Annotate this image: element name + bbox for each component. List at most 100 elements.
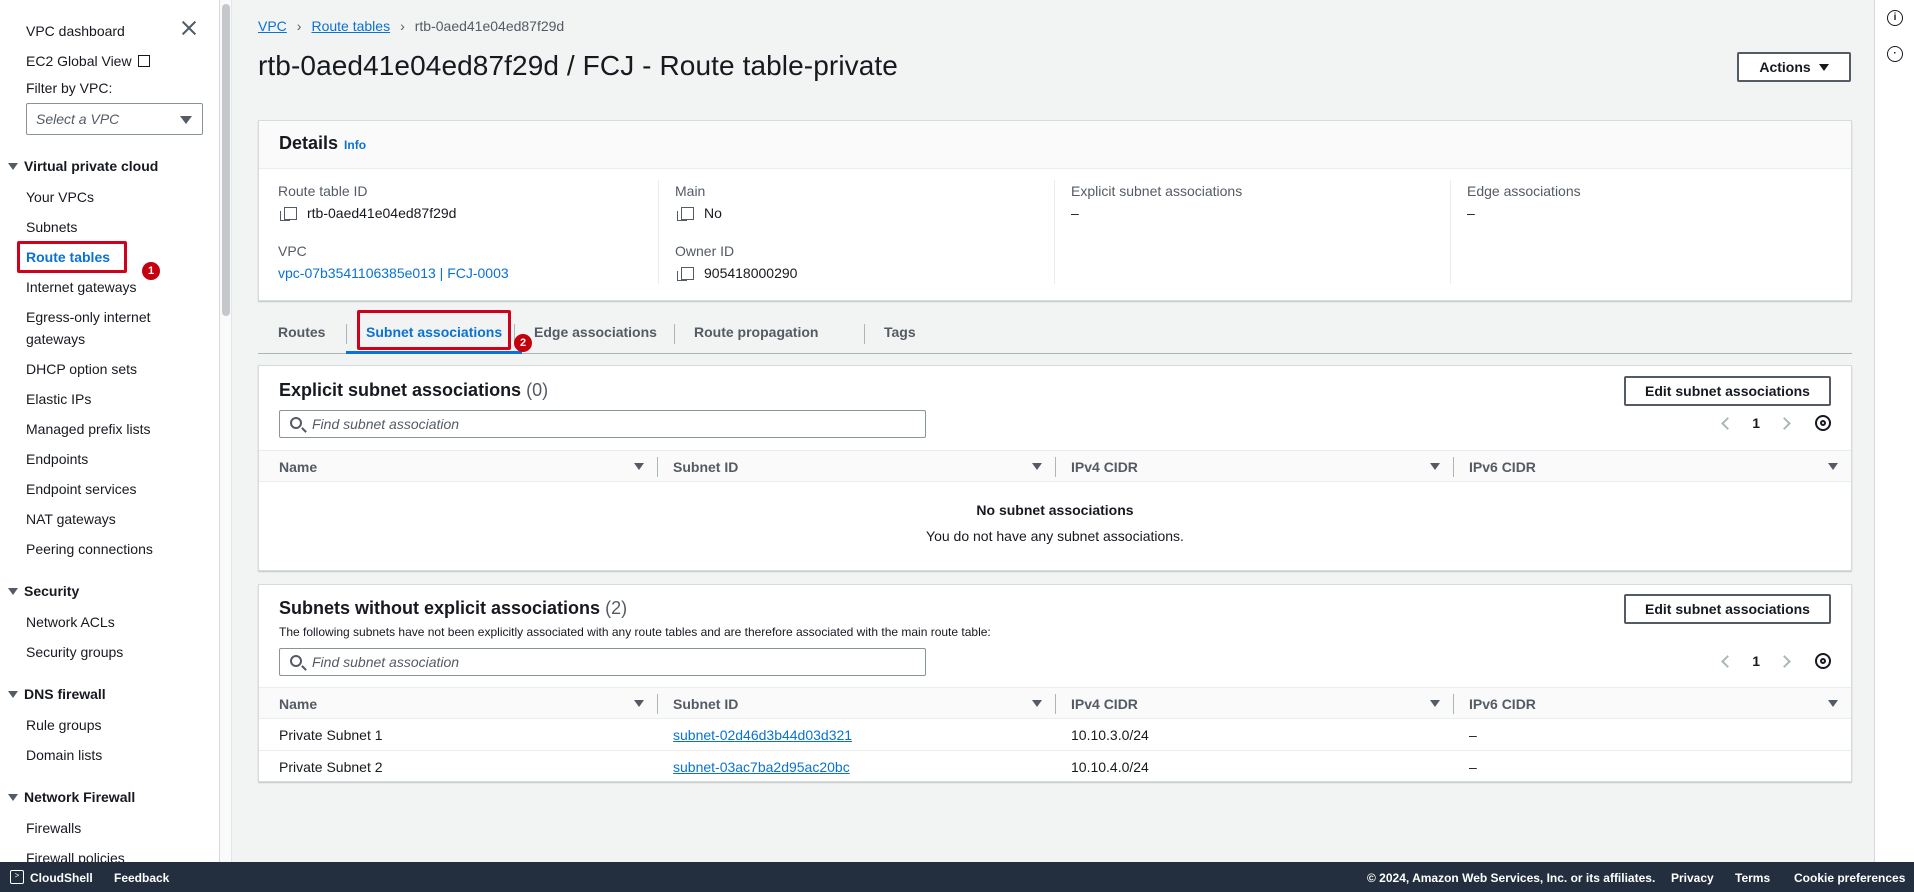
chevron-left-icon[interactable]	[1721, 654, 1735, 668]
cookie-preferences-link[interactable]: Cookie preferences	[1794, 871, 1905, 885]
info-link[interactable]: Info	[344, 138, 366, 152]
sidebar-item-dhcp-option-sets[interactable]: DHCP option sets	[26, 360, 137, 378]
breadcrumb-vpc[interactable]: VPC	[258, 18, 287, 34]
external-link-icon	[137, 55, 150, 67]
cell-ipv4-cidr: 10.10.3.0/24	[1071, 727, 1149, 743]
chevron-right-icon[interactable]	[1778, 416, 1791, 430]
copy-icon[interactable]	[280, 206, 297, 221]
copy-icon[interactable]	[677, 266, 694, 281]
section-virtual-private-cloud[interactable]: Virtual private cloud	[8, 157, 158, 175]
table-description: The following subnets have not been expl…	[279, 625, 991, 639]
sort-caret-icon[interactable]	[1032, 463, 1042, 470]
column-header-subnet-id[interactable]: Subnet ID	[673, 696, 738, 712]
page-number[interactable]: 1	[1752, 653, 1760, 669]
cell-subnet-id-link[interactable]: subnet-03ac7ba2d95ac20bc	[673, 759, 850, 775]
table-row: Private Subnet 2 subnet-03ac7ba2d95ac20b…	[259, 751, 1851, 783]
search-icon	[290, 655, 302, 667]
sidebar-item-subnets[interactable]: Subnets	[26, 218, 77, 236]
chevron-right-icon[interactable]	[1778, 654, 1791, 668]
column-header-name[interactable]: Name	[279, 459, 317, 475]
cloudshell-icon[interactable]: >	[10, 870, 24, 884]
column-divider[interactable]	[657, 457, 658, 477]
sidebar-item-endpoints[interactable]: Endpoints	[26, 450, 88, 468]
section-dns-firewall[interactable]: DNS firewall	[8, 685, 106, 703]
sort-caret-icon[interactable]	[1430, 463, 1440, 470]
sort-caret-icon[interactable]	[634, 700, 644, 707]
search-input[interactable]: Find subnet association	[279, 648, 926, 676]
sidebar-item-rule-groups[interactable]: Rule groups	[26, 716, 102, 734]
column-divider[interactable]	[1055, 457, 1056, 477]
sidebar-item-managed-prefix-lists[interactable]: Managed prefix lists	[26, 420, 151, 438]
section-network-firewall[interactable]: Network Firewall	[8, 788, 135, 806]
close-icon[interactable]	[181, 20, 197, 36]
settings-gear-icon[interactable]	[1815, 415, 1831, 431]
copyright-text: © 2024, Amazon Web Services, Inc. or its…	[1367, 871, 1656, 885]
sort-caret-icon[interactable]	[1032, 700, 1042, 707]
sidebar-item-nat-gateways[interactable]: NAT gateways	[26, 510, 116, 528]
terms-link[interactable]: Terms	[1735, 871, 1770, 885]
main-value: No	[677, 205, 722, 221]
privacy-link[interactable]: Privacy	[1671, 871, 1714, 885]
sidebar-item-internet-gateways[interactable]: Internet gateways	[26, 278, 137, 296]
section-security[interactable]: Security	[8, 582, 79, 600]
sidebar-item-label: EC2 Global View	[26, 53, 132, 69]
cloudshell-link[interactable]: CloudShell	[30, 871, 93, 885]
sidebar-item-firewall-policies[interactable]: Firewall policies	[26, 849, 125, 862]
sidebar-item-egress-only-internet-gateways[interactable]: Egress-only internet	[26, 308, 151, 326]
sidebar-item-egress-only-internet-gateways-line2[interactable]: gateways	[26, 330, 85, 348]
column-divider[interactable]	[1453, 694, 1454, 714]
settings-gear-icon[interactable]	[1815, 653, 1831, 669]
sidebar-item-peering-connections[interactable]: Peering connections	[26, 540, 153, 558]
copy-icon[interactable]	[677, 206, 694, 221]
column-header-subnet-id[interactable]: Subnet ID	[673, 459, 738, 475]
owner-id-label: Owner ID	[675, 243, 735, 259]
sidebar-scrollbar-thumb[interactable]	[222, 4, 230, 316]
column-header-name[interactable]: Name	[279, 696, 317, 712]
right-tool-rail: i ·	[1874, 0, 1914, 862]
info-icon[interactable]: i	[1887, 10, 1903, 26]
edit-subnet-associations-button[interactable]: Edit subnet associations	[1624, 376, 1831, 406]
tab-route-propagation[interactable]: Route propagation	[674, 316, 838, 354]
cell-name: Private Subnet 1	[279, 727, 383, 743]
column-header-ipv6-cidr[interactable]: IPv6 CIDR	[1469, 459, 1536, 475]
column-header-ipv4-cidr[interactable]: IPv4 CIDR	[1071, 459, 1138, 475]
tab-routes[interactable]: Routes	[258, 316, 345, 354]
column-header-ipv4-cidr[interactable]: IPv4 CIDR	[1071, 696, 1138, 712]
sidebar-item-vpc-dashboard[interactable]: VPC dashboard	[26, 22, 125, 40]
settings-icon[interactable]: ·	[1887, 46, 1903, 62]
column-divider[interactable]	[657, 694, 658, 714]
tab-edge-associations[interactable]: Edge associations	[514, 316, 677, 354]
table-header: Name Subnet ID IPv4 CIDR IPv6 CIDR	[259, 687, 1851, 719]
search-icon	[290, 417, 302, 429]
sidebar-item-ec2-global-view[interactable]: EC2 Global View	[26, 52, 150, 70]
column-header-ipv6-cidr[interactable]: IPv6 CIDR	[1469, 696, 1536, 712]
sidebar-item-domain-lists[interactable]: Domain lists	[26, 746, 102, 764]
sidebar-item-endpoint-services[interactable]: Endpoint services	[26, 480, 137, 498]
column-divider[interactable]	[1055, 694, 1056, 714]
sidebar-item-network-acls[interactable]: Network ACLs	[26, 613, 115, 631]
cell-subnet-id-link[interactable]: subnet-02d46d3b44d03d321	[673, 727, 852, 743]
search-input[interactable]: Find subnet association	[279, 410, 926, 438]
tab-tags[interactable]: Tags	[864, 316, 936, 354]
feedback-link[interactable]: Feedback	[114, 871, 169, 885]
sort-caret-icon[interactable]	[634, 463, 644, 470]
explicit-associations-table: Explicit subnet associations (0) Edit su…	[258, 365, 1852, 571]
page-number[interactable]: 1	[1752, 415, 1760, 431]
sidebar-item-your-vpcs[interactable]: Your VPCs	[26, 188, 94, 206]
sort-caret-icon[interactable]	[1828, 700, 1838, 707]
highlight-subnet-associations-tab	[357, 310, 511, 350]
edit-subnet-associations-button[interactable]: Edit subnet associations	[1624, 594, 1831, 624]
actions-button[interactable]: Actions	[1737, 52, 1851, 82]
column-divider[interactable]	[1453, 457, 1454, 477]
sort-caret-icon[interactable]	[1828, 463, 1838, 470]
sort-caret-icon[interactable]	[1430, 700, 1440, 707]
sidebar-item-elastic-ips[interactable]: Elastic IPs	[26, 390, 91, 408]
vpc-filter-select[interactable]: Select a VPC	[26, 103, 203, 135]
caret-down-icon	[180, 116, 192, 124]
breadcrumb-route-tables[interactable]: Route tables	[311, 18, 390, 34]
empty-state-title: No subnet associations	[976, 502, 1134, 518]
sidebar-item-firewalls[interactable]: Firewalls	[26, 819, 81, 837]
chevron-left-icon[interactable]	[1721, 416, 1735, 430]
sidebar-item-security-groups[interactable]: Security groups	[26, 643, 123, 661]
vpc-link[interactable]: vpc-07b3541106385e013 | FCJ-0003	[278, 265, 509, 281]
